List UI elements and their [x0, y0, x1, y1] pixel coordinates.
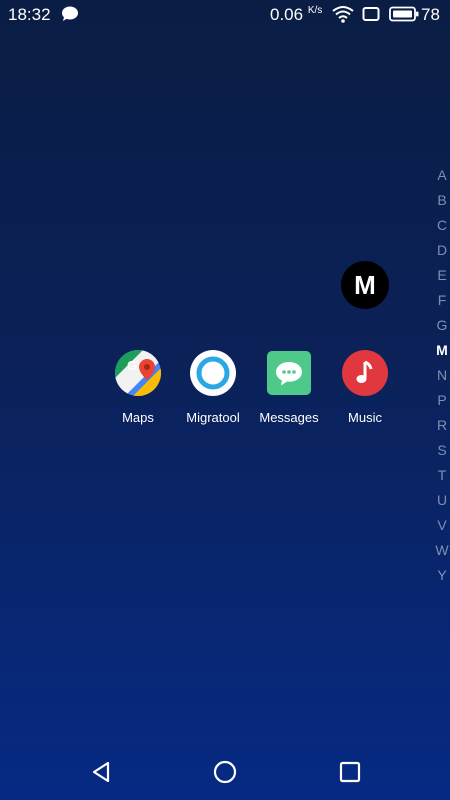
- index-letter[interactable]: P: [430, 388, 450, 413]
- index-letter[interactable]: A: [430, 163, 450, 188]
- app-label: Music: [348, 410, 382, 425]
- index-letter[interactable]: W: [430, 538, 450, 563]
- letter-indicator: M: [341, 261, 389, 309]
- index-letter[interactable]: R: [430, 413, 450, 438]
- app-music[interactable]: Music: [327, 349, 403, 425]
- google-maps-icon: G: [115, 350, 161, 396]
- app-label: Messages: [259, 410, 319, 425]
- app-maps[interactable]: G Maps: [100, 349, 176, 425]
- index-letter[interactable]: B: [430, 188, 450, 213]
- battery-level: 78: [421, 5, 440, 24]
- app-results: G Maps Migratool Messages Music: [100, 349, 400, 429]
- back-icon[interactable]: [86, 758, 116, 786]
- app-label: Migratool: [186, 410, 240, 425]
- index-letter-active[interactable]: M: [430, 338, 450, 363]
- migratool-icon: [190, 350, 236, 396]
- messages-icon: [267, 351, 311, 395]
- app-label: Maps: [122, 410, 154, 425]
- index-letter[interactable]: N: [430, 363, 450, 388]
- app-migratool[interactable]: Migratool: [175, 349, 251, 425]
- svg-text:G: G: [127, 358, 137, 373]
- app-messages[interactable]: Messages: [251, 349, 327, 425]
- index-letter[interactable]: S: [430, 438, 450, 463]
- index-letter[interactable]: T: [430, 463, 450, 488]
- chat-bubble-icon: [62, 6, 78, 21]
- music-icon: [342, 350, 388, 396]
- index-letter[interactable]: E: [430, 263, 450, 288]
- status-bar: 18:32 0.06 K/s 78: [0, 0, 450, 30]
- status-time: 18:32: [8, 5, 51, 24]
- network-speed: 0.06 K/s: [270, 5, 323, 24]
- navigation-bar: [0, 744, 450, 800]
- alphabet-index[interactable]: A B C D E F G M N P R S T U V W Y: [430, 163, 450, 588]
- screen-icon: [362, 7, 380, 21]
- index-letter[interactable]: V: [430, 513, 450, 538]
- index-letter[interactable]: G: [430, 313, 450, 338]
- index-letter[interactable]: Y: [430, 563, 450, 588]
- index-letter[interactable]: F: [430, 288, 450, 313]
- battery-icon: [389, 6, 419, 22]
- recents-icon[interactable]: [335, 758, 365, 786]
- home-icon[interactable]: [210, 758, 240, 786]
- index-letter[interactable]: C: [430, 213, 450, 238]
- wifi-icon: [332, 6, 354, 23]
- index-letter[interactable]: U: [430, 488, 450, 513]
- index-letter[interactable]: D: [430, 238, 450, 263]
